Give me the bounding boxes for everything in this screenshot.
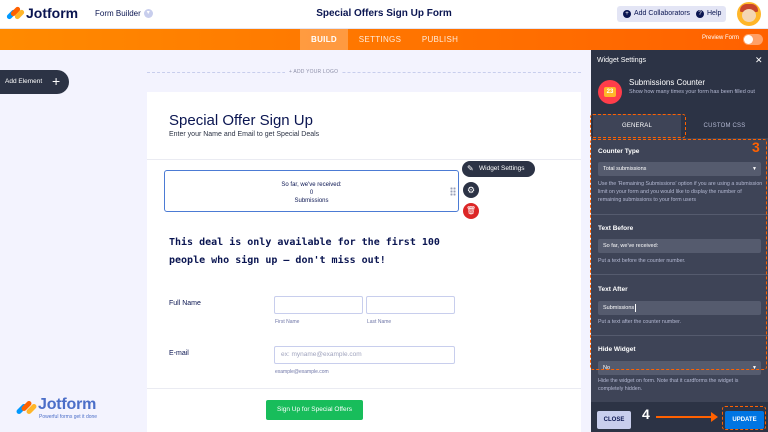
last-name-sublabel: Last Name [367, 319, 392, 325]
last-name-input[interactable] [366, 296, 455, 314]
tab-publish[interactable]: PUBLISH [416, 29, 464, 50]
counter-widget-icon: 23 [598, 80, 622, 104]
logo-divider [147, 72, 581, 73]
form-heading[interactable]: Special Offer Sign Up [169, 112, 313, 129]
first-name-sublabel: First Name [275, 319, 300, 325]
email-input[interactable]: ex: myname@example.com [274, 346, 455, 364]
watermark-tagline: Powerful forms get it done [39, 414, 98, 420]
form-builder-menu[interactable]: Form Builder ▾ [95, 9, 153, 18]
widget-description: Show how many times your form has been f… [629, 89, 755, 95]
close-icon[interactable]: ✕ [755, 55, 763, 66]
add-collaborators-button[interactable]: + Add Collaborators [617, 6, 697, 22]
gear-icon[interactable]: ⚙ [463, 182, 479, 198]
step-3-marker: 3 [752, 139, 760, 155]
widget-info: 23 Submissions Counter Show how many tim… [591, 72, 768, 114]
user-plus-icon: + [623, 10, 631, 18]
chevron-down-icon: ▾ [143, 9, 153, 18]
email-sublabel: example@example.com [275, 369, 329, 375]
preview-form-toggle[interactable] [743, 34, 763, 45]
counter-text-before: So far, we've received: [281, 182, 342, 188]
jotform-watermark-icon [15, 398, 38, 416]
step-4-marker: 4 [642, 406, 650, 422]
tab-settings[interactable]: SETTINGS [352, 29, 408, 50]
builder-nav: BUILD SETTINGS PUBLISH Preview Form [0, 29, 768, 50]
top-bar: Jotform Form Builder ▾ Special Offers Si… [0, 0, 768, 29]
add-logo-link[interactable]: + ADD YOUR LOGO [285, 69, 343, 75]
first-name-input[interactable] [274, 296, 363, 314]
add-element-button[interactable]: Add Element + [0, 70, 69, 94]
avatar[interactable] [737, 2, 761, 26]
submissions-counter-widget[interactable]: So far, we've received: 0 Submissions [164, 170, 459, 212]
preview-form-label: Preview Form [702, 35, 740, 41]
arrow-right-icon [656, 412, 718, 422]
update-button-highlight [722, 406, 766, 430]
counter-number: 0 [309, 190, 314, 196]
help-button[interactable]: ? Help [691, 6, 727, 22]
close-button[interactable]: CLOSE [597, 411, 631, 429]
widget-settings-button[interactable]: ✎ Widget Settings [462, 161, 535, 177]
drag-handle-icon[interactable] [450, 187, 456, 196]
hide-widget-help: Hide the widget on form. Note that it ca… [598, 378, 739, 392]
plus-icon: + [52, 73, 61, 89]
form-card: Special Offer Sign Up Enter your Name an… [147, 92, 581, 432]
widget-name: Submissions Counter [629, 78, 706, 87]
offer-paragraph[interactable]: This deal is only available for the firs… [169, 234, 469, 270]
submit-button[interactable]: Sign Up for Special Offers [266, 400, 363, 420]
help-icon: ? [696, 10, 704, 18]
full-name-label: Full Name [169, 300, 201, 307]
watermark-text: Jotform [38, 396, 97, 413]
divider [147, 388, 581, 389]
logo-text: Jotform [26, 5, 79, 21]
add-element-label: Add Element [5, 78, 43, 85]
help-label: Help [707, 10, 722, 17]
panel-title: Widget Settings [597, 57, 647, 64]
widget-settings-label: Widget Settings [479, 165, 525, 172]
form-builder-label: Form Builder [95, 9, 141, 18]
settings-highlight [590, 139, 767, 370]
trash-icon[interactable]: 🗑 [463, 203, 479, 219]
wand-icon: ✎ [467, 164, 474, 173]
divider [147, 159, 581, 160]
counter-text-after: Submissions [294, 198, 329, 204]
tab-custom-css[interactable]: CUSTOM CSS [681, 114, 768, 138]
jotform-logo-icon [5, 5, 26, 21]
jotform-logo[interactable]: Jotform [5, 5, 79, 21]
form-subheading[interactable]: Enter your Name and Email to get Special… [169, 131, 319, 138]
email-label: E-mail [169, 350, 189, 357]
add-collaborators-label: Add Collaborators [634, 10, 691, 17]
tab-build[interactable]: BUILD [300, 29, 348, 50]
panel-header: Widget Settings ✕ [591, 50, 768, 72]
general-tab-highlight [590, 114, 686, 138]
